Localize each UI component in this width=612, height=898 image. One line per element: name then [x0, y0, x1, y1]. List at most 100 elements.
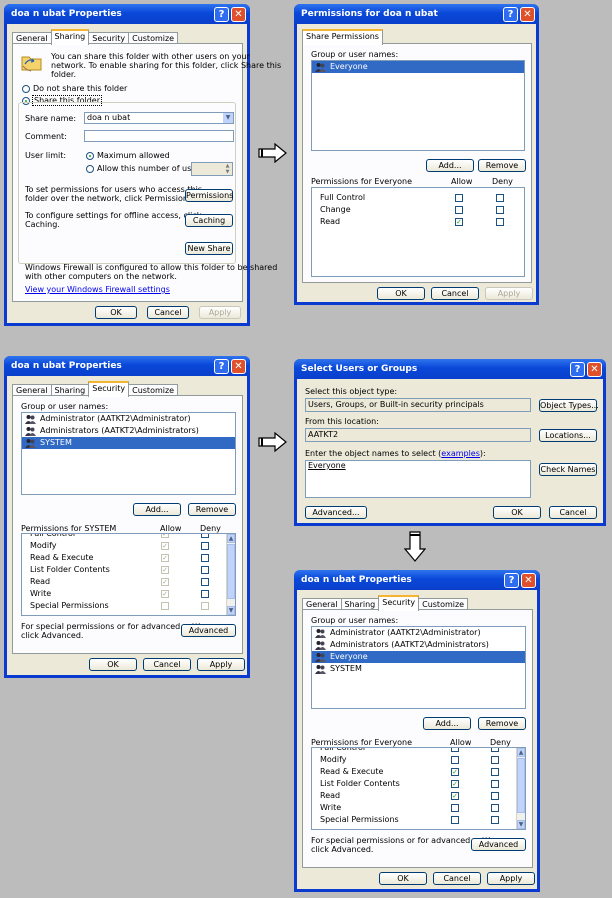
- help-icon[interactable]: ?: [503, 6, 518, 22]
- apply-button[interactable]: Apply: [199, 306, 241, 319]
- deny-checkbox[interactable]: [201, 590, 209, 598]
- add-button[interactable]: Add...: [423, 717, 471, 730]
- scroll-down-icon[interactable]: ▼: [517, 820, 525, 829]
- list-item[interactable]: Everyone: [312, 651, 525, 663]
- deny-checkbox[interactable]: [201, 602, 209, 610]
- scroll-thumb[interactable]: [227, 544, 235, 599]
- cancel-button[interactable]: Cancel: [143, 658, 191, 671]
- check-names-button[interactable]: Check Names: [539, 463, 597, 476]
- add-button[interactable]: Add...: [426, 159, 474, 172]
- advanced-button[interactable]: Advanced: [181, 624, 236, 637]
- allow-checkbox[interactable]: ✓: [451, 768, 459, 776]
- max-allowed-label[interactable]: Maximum allowed: [97, 151, 170, 160]
- deny-checkbox[interactable]: [491, 804, 499, 812]
- scroll-up-icon[interactable]: ▲: [227, 534, 235, 543]
- scrollbar[interactable]: ▲ ▼: [516, 748, 525, 829]
- title-bar[interactable]: doa n ubat Properties ? ✕: [294, 570, 540, 590]
- close-icon[interactable]: ✕: [231, 6, 246, 22]
- tab-security[interactable]: Security: [88, 381, 130, 397]
- spinner-arrows[interactable]: ▲ ▼: [223, 163, 232, 175]
- deny-checkbox[interactable]: [491, 816, 499, 824]
- close-icon[interactable]: ✕: [521, 572, 536, 588]
- user-count-spinner[interactable]: ▲ ▼: [191, 162, 233, 176]
- comment-input[interactable]: [84, 130, 234, 142]
- allow-users-radio[interactable]: [86, 165, 94, 173]
- ok-button[interactable]: OK: [377, 287, 425, 300]
- chevron-down-icon[interactable]: ▼: [223, 113, 233, 123]
- do-not-share-radio[interactable]: [22, 85, 30, 93]
- locations-button[interactable]: Locations...: [539, 429, 597, 442]
- deny-checkbox[interactable]: [496, 218, 504, 226]
- close-icon[interactable]: ✕: [587, 361, 602, 377]
- allow-checkbox[interactable]: ✓: [451, 780, 459, 788]
- title-bar[interactable]: Permissions for doa n ubat ? ✕: [294, 4, 539, 24]
- allow-checkbox[interactable]: [451, 816, 459, 824]
- help-icon[interactable]: ?: [570, 361, 585, 377]
- ok-button[interactable]: OK: [379, 872, 427, 885]
- object-names-textarea[interactable]: Everyone: [305, 460, 531, 498]
- title-bar[interactable]: Select Users or Groups ? ✕: [294, 359, 606, 379]
- ok-button[interactable]: OK: [493, 506, 541, 519]
- allow-checkbox[interactable]: [451, 756, 459, 764]
- deny-checkbox[interactable]: [491, 768, 499, 776]
- allow-checkbox[interactable]: [455, 194, 463, 202]
- allow-users-label[interactable]: Allow this number of users:: [97, 164, 206, 173]
- ok-button[interactable]: OK: [95, 306, 137, 319]
- tab-security[interactable]: Security: [378, 595, 420, 611]
- allow-checkbox[interactable]: ✓: [455, 218, 463, 226]
- list-item[interactable]: SYSTEM: [22, 437, 235, 449]
- allow-checkbox[interactable]: ✓: [161, 534, 169, 538]
- tab-share-permissions[interactable]: Share Permissions: [302, 29, 383, 45]
- allow-checkbox[interactable]: ✓: [161, 578, 169, 586]
- list-item[interactable]: Administrators (AATKT2\Administrators): [22, 425, 235, 437]
- apply-button[interactable]: Apply: [197, 658, 245, 671]
- user-list[interactable]: Administrator (AATKT2\Administrator) Admi…: [21, 412, 236, 495]
- do-not-share-label[interactable]: Do not share this folder: [33, 84, 127, 93]
- scroll-down-icon[interactable]: ▼: [227, 606, 235, 615]
- title-bar[interactable]: doa n ubat Properties ? ✕: [4, 356, 250, 376]
- list-item[interactable]: SYSTEM: [312, 663, 525, 675]
- remove-button[interactable]: Remove: [478, 159, 526, 172]
- list-item[interactable]: Administrator (AATKT2\Administrator): [22, 413, 235, 425]
- remove-button[interactable]: Remove: [478, 717, 526, 730]
- scroll-up-icon[interactable]: ▲: [517, 748, 525, 757]
- deny-checkbox[interactable]: [201, 534, 209, 538]
- apply-button[interactable]: Apply: [487, 872, 535, 885]
- allow-checkbox[interactable]: [455, 206, 463, 214]
- permissions-button[interactable]: Permissions: [185, 189, 233, 202]
- user-list[interactable]: Everyone: [311, 60, 525, 151]
- apply-button[interactable]: Apply: [485, 287, 533, 300]
- deny-checkbox[interactable]: [491, 780, 499, 788]
- permission-list[interactable]: Full Control Modify Read & Execute ✓ List Fo…: [311, 747, 526, 830]
- allow-checkbox[interactable]: ✓: [161, 542, 169, 550]
- max-allowed-radio[interactable]: [86, 152, 94, 160]
- user-list[interactable]: Administrator (AATKT2\Administrator) Admi…: [311, 626, 526, 709]
- deny-checkbox[interactable]: [201, 542, 209, 550]
- deny-checkbox[interactable]: [496, 206, 504, 214]
- remove-button[interactable]: Remove: [188, 503, 236, 516]
- list-item[interactable]: Administrators (AATKT2\Administrators): [312, 639, 525, 651]
- examples-link[interactable]: examples: [441, 449, 480, 458]
- allow-checkbox[interactable]: ✓: [161, 566, 169, 574]
- allow-checkbox[interactable]: [161, 602, 169, 610]
- allow-checkbox[interactable]: [451, 804, 459, 812]
- list-item[interactable]: Everyone: [312, 61, 524, 73]
- allow-checkbox[interactable]: ✓: [451, 792, 459, 800]
- cancel-button[interactable]: Cancel: [549, 506, 597, 519]
- scroll-thumb[interactable]: [517, 758, 525, 813]
- scrollbar[interactable]: ▲ ▼: [226, 534, 235, 615]
- close-icon[interactable]: ✕: [520, 6, 535, 22]
- allow-checkbox[interactable]: ✓: [161, 554, 169, 562]
- new-share-button[interactable]: New Share: [185, 242, 233, 255]
- allow-checkbox[interactable]: [451, 748, 459, 752]
- title-bar[interactable]: doa n ubat Properties ? ✕: [4, 4, 250, 24]
- deny-checkbox[interactable]: [491, 748, 499, 752]
- tab-sharing[interactable]: Sharing: [50, 29, 90, 45]
- list-item[interactable]: Administrator (AATKT2\Administrator): [312, 627, 525, 639]
- close-icon[interactable]: ✕: [231, 358, 246, 374]
- deny-checkbox[interactable]: [491, 792, 499, 800]
- cancel-button[interactable]: Cancel: [433, 872, 481, 885]
- share-name-combo[interactable]: doa n ubat ▼: [84, 112, 234, 124]
- caching-button[interactable]: Caching: [185, 214, 233, 227]
- firewall-settings-link[interactable]: View your Windows Firewall settings: [25, 285, 170, 294]
